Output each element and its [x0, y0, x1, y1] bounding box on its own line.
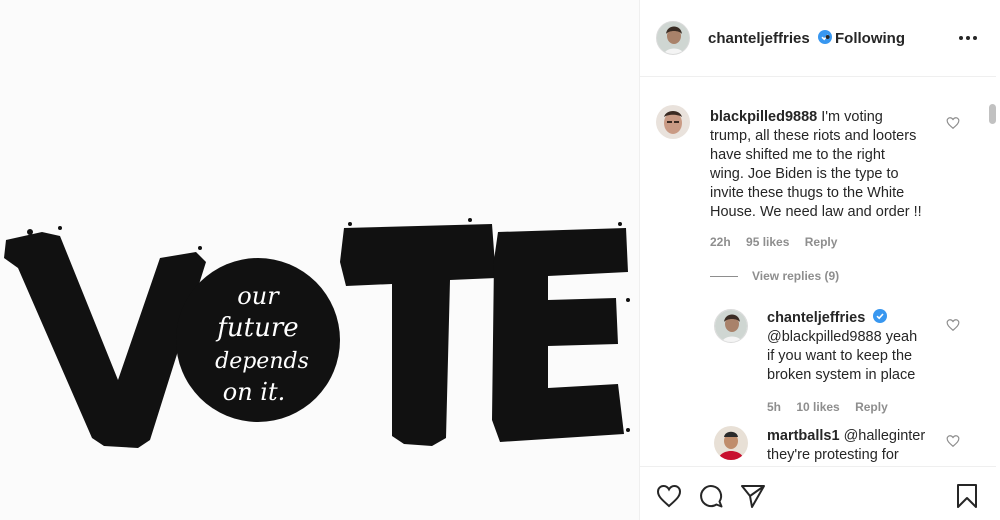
- reply-1-line-3: if you want to keep the: [767, 348, 913, 364]
- scrollbar-thumb[interactable]: [989, 104, 996, 124]
- author-username-label[interactable]: chanteljeffries: [708, 30, 810, 47]
- share-icon[interactable]: [740, 483, 766, 509]
- reply-2-text: martballs1 @halleginter they're protesti…: [767, 427, 967, 465]
- bookmark-icon[interactable]: [954, 483, 980, 509]
- view-replies-button[interactable]: View replies (9): [752, 269, 839, 283]
- reply-2-avatar[interactable]: [714, 426, 748, 460]
- reply-1-verified-badge-icon: [873, 309, 888, 323]
- header-separator: •: [825, 29, 831, 46]
- letter-e: [492, 228, 628, 442]
- comment-1-meta: 22h 95 likes Reply: [710, 235, 849, 249]
- heart-icon[interactable]: [656, 483, 682, 509]
- author-avatar[interactable]: [656, 21, 690, 55]
- comment-1-line-2: trump, all these riots and looters: [710, 128, 917, 144]
- following-button[interactable]: Following: [835, 30, 905, 47]
- reply-2-like-icon[interactable]: [946, 434, 960, 448]
- commenter-avatar[interactable]: [656, 105, 690, 139]
- letter-t: [340, 224, 496, 446]
- comment-1-line-6: House. We need law and order !!: [710, 204, 922, 220]
- more-horizontal-icon[interactable]: [956, 28, 980, 48]
- comment-1-text: blackpilled9888 I'm voting trump, all th…: [710, 108, 980, 222]
- reply-1-avatar[interactable]: [714, 309, 748, 343]
- art-word-3: depends: [215, 349, 309, 374]
- art-word-1: our: [237, 282, 280, 310]
- post-image[interactable]: our future depends on it.: [0, 0, 640, 520]
- letter-v: [4, 232, 206, 448]
- reply-1-username[interactable]: chanteljeffries: [767, 310, 865, 326]
- reply-1-likes[interactable]: 10 likes: [796, 400, 839, 414]
- comment-1-time[interactable]: 22h: [710, 235, 731, 249]
- reply-1-meta: 5h 10 likes Reply: [767, 400, 900, 414]
- comment-1-username[interactable]: blackpilled9888: [710, 109, 817, 125]
- reply-2-line-2: they're protesting for: [767, 447, 899, 463]
- reply-1-line-4: broken system in place: [767, 367, 916, 383]
- reply-1-time[interactable]: 5h: [767, 400, 781, 414]
- reply-1-line-2: @blackpilled9888 yeah: [767, 329, 918, 345]
- comment-1-line-4: wing. Joe Biden is the type to: [710, 166, 899, 182]
- art-word-2: future: [215, 313, 298, 343]
- comment-1-like-icon[interactable]: [946, 116, 960, 130]
- comment-1-likes[interactable]: 95 likes: [746, 235, 789, 249]
- comment-1-line-1: I'm voting: [821, 109, 883, 125]
- reply-2-line-1: @halleginter: [843, 428, 926, 444]
- comment-1-line-5: invite these thugs to the White: [710, 185, 905, 201]
- art-word-4: on it.: [223, 378, 285, 406]
- post-header: chanteljeffries • Following: [640, 0, 996, 77]
- reply-1-reply[interactable]: Reply: [855, 400, 888, 414]
- reply-1-like-icon[interactable]: [946, 318, 960, 332]
- author-username[interactable]: chanteljeffries: [708, 30, 832, 47]
- comment-1-reply[interactable]: Reply: [805, 235, 838, 249]
- reply-2-username[interactable]: martballs1: [767, 428, 840, 444]
- vote-artwork: our future depends on it.: [4, 218, 630, 448]
- reply-1-text: chanteljeffries @blackpilled9888 yeah if…: [767, 309, 967, 385]
- comments-panel: chanteljeffries • Following blackpilled9…: [640, 0, 996, 520]
- comment-1-line-3: have shifted me to the right: [710, 147, 885, 163]
- view-replies-line: [710, 276, 738, 277]
- comment-icon[interactable]: [698, 483, 724, 509]
- comments-scrollbar[interactable]: [989, 104, 996, 466]
- post-actions-bar: [640, 466, 996, 520]
